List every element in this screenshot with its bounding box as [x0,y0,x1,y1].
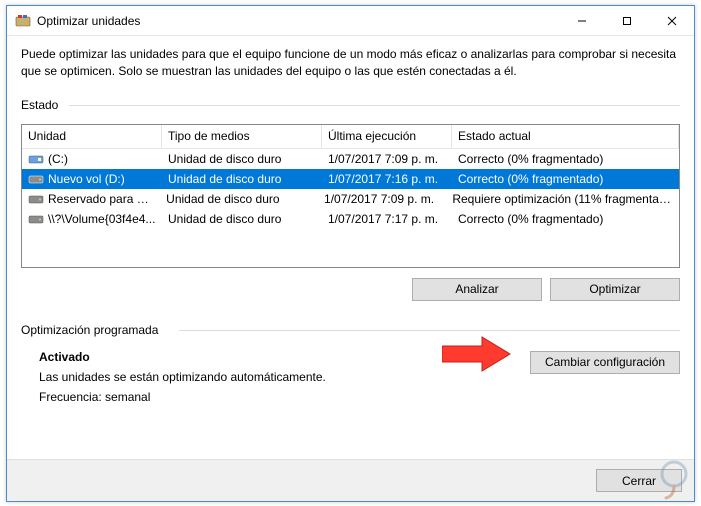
schedule-group-label: Optimización programada [21,323,680,343]
action-button-row: Analizar Optimizar [21,278,680,301]
optimize-drives-window: Optimizar unidades Puede optimizar las u… [6,5,695,502]
close-button[interactable] [649,6,694,35]
group-divider [69,105,680,106]
drive-media: Unidad de disco duro [162,152,322,166]
schedule-group-label-text: Optimización programada [21,323,158,337]
minimize-button[interactable] [559,6,604,35]
drive-media: Unidad de disco duro [162,212,322,226]
change-settings-button[interactable]: Cambiar configuración [530,351,680,374]
drive-list-body: (C:)Unidad de disco duro1/07/2017 7:09 p… [22,149,679,229]
schedule-description: Las unidades se están optimizando automá… [39,367,530,387]
drive-icon [28,173,44,185]
drive-last-run: 1/07/2017 7:16 p. m. [322,172,452,186]
drive-state: Correcto (0% fragmentado) [452,172,679,186]
dialog-footer: Cerrar [7,459,694,501]
drive-name: Reservado para el s... [48,192,160,206]
drive-icon [28,153,44,165]
drive-row[interactable]: (C:) Unidad de disco duro1/07/2017 7:09 p… [22,149,679,169]
schedule-text: Activado Las unidades se están optimizan… [21,347,530,408]
drive-state: Correcto (0% fragmentado) [452,212,679,226]
col-state[interactable]: Estado actual [452,125,679,148]
defrag-app-icon [15,13,31,29]
close-dialog-button[interactable]: Cerrar [596,469,682,492]
drive-last-run: 1/07/2017 7:17 p. m. [322,212,452,226]
col-last[interactable]: Última ejecución [322,125,452,148]
analyze-button[interactable]: Analizar [412,278,542,301]
drive-last-run: 1/07/2017 7:09 p. m. [318,192,446,206]
drive-name: (C:) [48,152,68,166]
schedule-frequency: Frecuencia: semanal [39,387,530,407]
drive-list-header: Unidad Tipo de medios Última ejecución E… [22,125,679,149]
group-divider [179,330,680,331]
drive-icon [28,213,44,225]
drive-row[interactable]: Nuevo vol (D:) Unidad de disco duro1/07/2… [22,169,679,189]
drive-list[interactable]: Unidad Tipo de medios Última ejecución E… [21,124,680,268]
optimize-button[interactable]: Optimizar [550,278,680,301]
drive-icon [28,193,44,205]
schedule-status: Activado [39,347,530,367]
drive-last-run: 1/07/2017 7:09 p. m. [322,152,452,166]
status-group-label-text: Estado [21,98,58,112]
status-group-label: Estado [21,98,680,118]
drive-row[interactable]: \\?\Volume{03f4e4... Unidad de disco duro… [22,209,679,229]
drive-media: Unidad de disco duro [160,192,318,206]
drive-state: Correcto (0% fragmentado) [452,152,679,166]
content-area: Puede optimizar las unidades para que el… [7,36,694,459]
schedule-section: Optimización programada Activado Las uni… [21,323,680,408]
titlebar: Optimizar unidades [7,6,694,36]
drive-media: Unidad de disco duro [162,172,322,186]
drive-row[interactable]: Reservado para el s...Unidad de disco du… [22,189,679,209]
intro-text: Puede optimizar las unidades para que el… [21,46,680,80]
col-drive[interactable]: Unidad [22,125,162,148]
maximize-button[interactable] [604,6,649,35]
window-title: Optimizar unidades [37,14,559,28]
drive-name: \\?\Volume{03f4e4... [48,212,155,226]
drive-state: Requiere optimización (11% fragmentado) [446,192,679,206]
col-media[interactable]: Tipo de medios [162,125,322,148]
drive-name: Nuevo vol (D:) [48,172,125,186]
